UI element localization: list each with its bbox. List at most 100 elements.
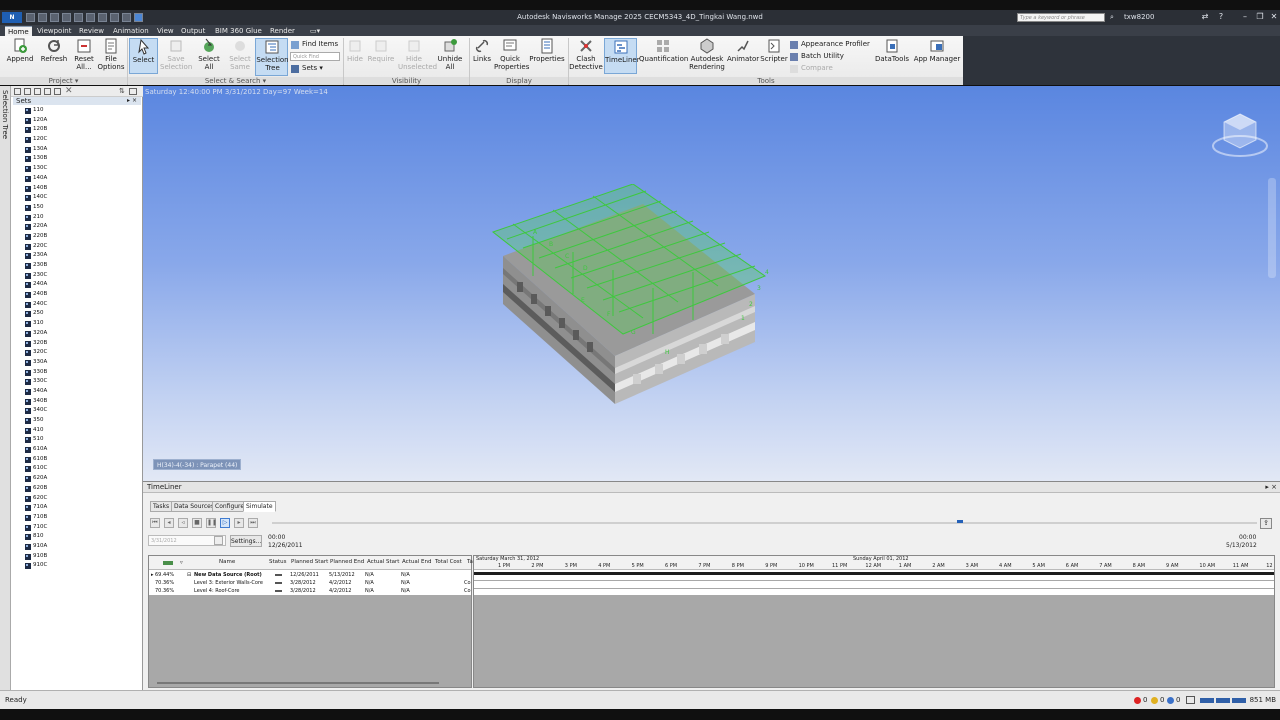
col-ta[interactable]: Ta [467, 559, 473, 565]
tab-review[interactable]: Review [76, 26, 107, 36]
3d-viewport[interactable]: Saturday 12:40:00 PM 3/31/2012 Day=97 We… [143, 86, 1280, 481]
warning-icon[interactable] [1151, 697, 1158, 704]
set-item[interactable]: 910C [25, 561, 135, 571]
set-item[interactable]: 330C [25, 377, 135, 387]
help-icon[interactable]: ? [1216, 12, 1226, 22]
gantt-chart[interactable]: Saturday March 31, 2012 Sunday April 01,… [473, 555, 1275, 688]
step-back-icon[interactable]: ◂ [164, 518, 174, 528]
selection-tree-button[interactable]: Selection Tree [255, 38, 289, 76]
col-actual-end[interactable]: Actual End [402, 559, 431, 565]
col-actual-start[interactable]: Actual Start [367, 559, 399, 565]
col-planned-end[interactable]: Planned End [330, 559, 364, 565]
help-search-input[interactable]: Type a keyword or phrase [1017, 13, 1105, 22]
simulation-slider-thumb[interactable] [957, 520, 963, 523]
selection-tree-side-tab[interactable]: Selection Tree [0, 86, 11, 690]
tab-configure[interactable]: Configure [212, 501, 248, 512]
add-comment-icon[interactable] [44, 88, 51, 95]
set-item[interactable]: 230A [25, 251, 135, 261]
binoculars-icon[interactable]: ⌕ [1110, 13, 1119, 22]
tab-bim360-glue[interactable]: BIM 360 Glue [212, 26, 265, 36]
set-item[interactable]: 140A [25, 174, 135, 184]
play-icon[interactable]: ▷ [220, 518, 230, 528]
set-item[interactable]: 610C [25, 464, 135, 474]
select-same-button[interactable]: Select Same [226, 38, 254, 71]
set-item[interactable]: 140C [25, 193, 135, 203]
quantification-button[interactable]: Quantification [639, 38, 688, 63]
import-export-icon[interactable] [54, 88, 61, 95]
file-options-button[interactable]: File Options [97, 38, 125, 71]
timeliner-close-icon[interactable]: ▸ × [1265, 482, 1277, 493]
links-button[interactable]: Links [471, 38, 493, 63]
export-icon[interactable]: ⇪ [1260, 518, 1272, 529]
set-item[interactable]: 240A [25, 280, 135, 290]
set-item[interactable]: 150 [25, 203, 135, 213]
horizontal-scrollbar[interactable] [157, 682, 439, 684]
set-item[interactable]: 240C [25, 300, 135, 310]
simulation-slider[interactable] [272, 522, 1257, 524]
minimize-button[interactable]: – [1240, 12, 1250, 22]
refresh-button[interactable]: Refresh [38, 38, 70, 63]
ribbon-options-icon[interactable]: ▭▾ [307, 26, 323, 36]
table-row[interactable]: ▸ 69.44% ⊟ New Data Source (Root) 12/26/… [149, 571, 471, 579]
sets-dropdown[interactable]: Sets ▾ [291, 63, 323, 74]
set-item[interactable]: 320B [25, 339, 135, 349]
timeliner-button[interactable]: TimeLiner [604, 38, 640, 74]
set-item[interactable]: 110 [25, 106, 135, 116]
set-item[interactable]: 220B [25, 232, 135, 242]
col-status[interactable]: Status [269, 559, 287, 565]
properties-button[interactable]: Properties [529, 38, 565, 63]
gantt-task-bar[interactable] [474, 572, 1274, 575]
set-item[interactable]: 340A [25, 387, 135, 397]
tab-animation[interactable]: Animation [110, 26, 152, 36]
calendar-icon[interactable] [214, 536, 223, 545]
duplicate-icon[interactable] [34, 88, 41, 95]
set-item[interactable]: 140B [25, 184, 135, 194]
set-item[interactable]: 810 [25, 532, 135, 542]
user-sign-in[interactable]: txw8200 [1124, 13, 1154, 21]
tab-tasks[interactable]: Tasks [150, 501, 173, 512]
table-row[interactable]: 70.36% Level 4: Roof-Core 3/28/2012 4/2/… [149, 587, 471, 595]
set-item[interactable]: 120C [25, 135, 135, 145]
panel-pin-icon[interactable]: ▸ × [127, 97, 137, 105]
close-button[interactable]: ✕ [1269, 12, 1279, 22]
set-item[interactable]: 710B [25, 513, 135, 523]
set-item[interactable]: 910B [25, 552, 135, 562]
set-item[interactable]: 130C [25, 164, 135, 174]
set-item[interactable]: 710C [25, 523, 135, 533]
hide-unselected-button[interactable]: Hide Unselected [398, 38, 437, 71]
new-folder-icon[interactable] [24, 88, 31, 95]
tab-simulate[interactable]: Simulate [243, 501, 276, 512]
set-item[interactable]: 230B [25, 261, 135, 271]
set-item[interactable]: 310 [25, 319, 135, 329]
set-item[interactable]: 320C [25, 348, 135, 358]
set-item[interactable]: 710A [25, 503, 135, 513]
autodesk-rendering-button[interactable]: Autodesk Rendering [689, 38, 725, 71]
datatools-button[interactable]: DataTools [874, 38, 910, 63]
set-item[interactable]: 130B [25, 154, 135, 164]
set-item[interactable]: 350 [25, 416, 135, 426]
set-item[interactable]: 620B [25, 484, 135, 494]
set-item[interactable]: 330B [25, 368, 135, 378]
set-item[interactable]: 230C [25, 271, 135, 281]
tab-viewpoint[interactable]: Viewpoint [34, 26, 74, 36]
step-forward-icon[interactable]: ▸ [234, 518, 244, 528]
building-model[interactable]: A B C D E F G H 1 2 3 4 [473, 184, 783, 414]
set-item[interactable]: 320A [25, 329, 135, 339]
set-item[interactable]: 340C [25, 406, 135, 416]
save-selection-button[interactable]: Save Selection [160, 38, 192, 71]
tab-data-sources[interactable]: Data Sources [171, 501, 217, 512]
panel-options-icon[interactable] [129, 88, 137, 95]
tab-view[interactable]: View [154, 26, 177, 36]
set-item[interactable]: 220A [25, 222, 135, 232]
delete-icon[interactable]: ✕ [65, 86, 73, 96]
clash-detective-button[interactable]: Clash Detective [569, 38, 603, 71]
info-icon[interactable] [1167, 697, 1174, 704]
set-item[interactable]: 130A [25, 145, 135, 155]
set-item[interactable]: 620C [25, 494, 135, 504]
animator-button[interactable]: Animator [727, 38, 759, 63]
save-set-icon[interactable] [14, 88, 21, 95]
set-item[interactable]: 620A [25, 474, 135, 484]
set-item[interactable]: 510 [25, 435, 135, 445]
set-item[interactable]: 120A [25, 116, 135, 126]
scripter-button[interactable]: Scripter [760, 38, 788, 63]
